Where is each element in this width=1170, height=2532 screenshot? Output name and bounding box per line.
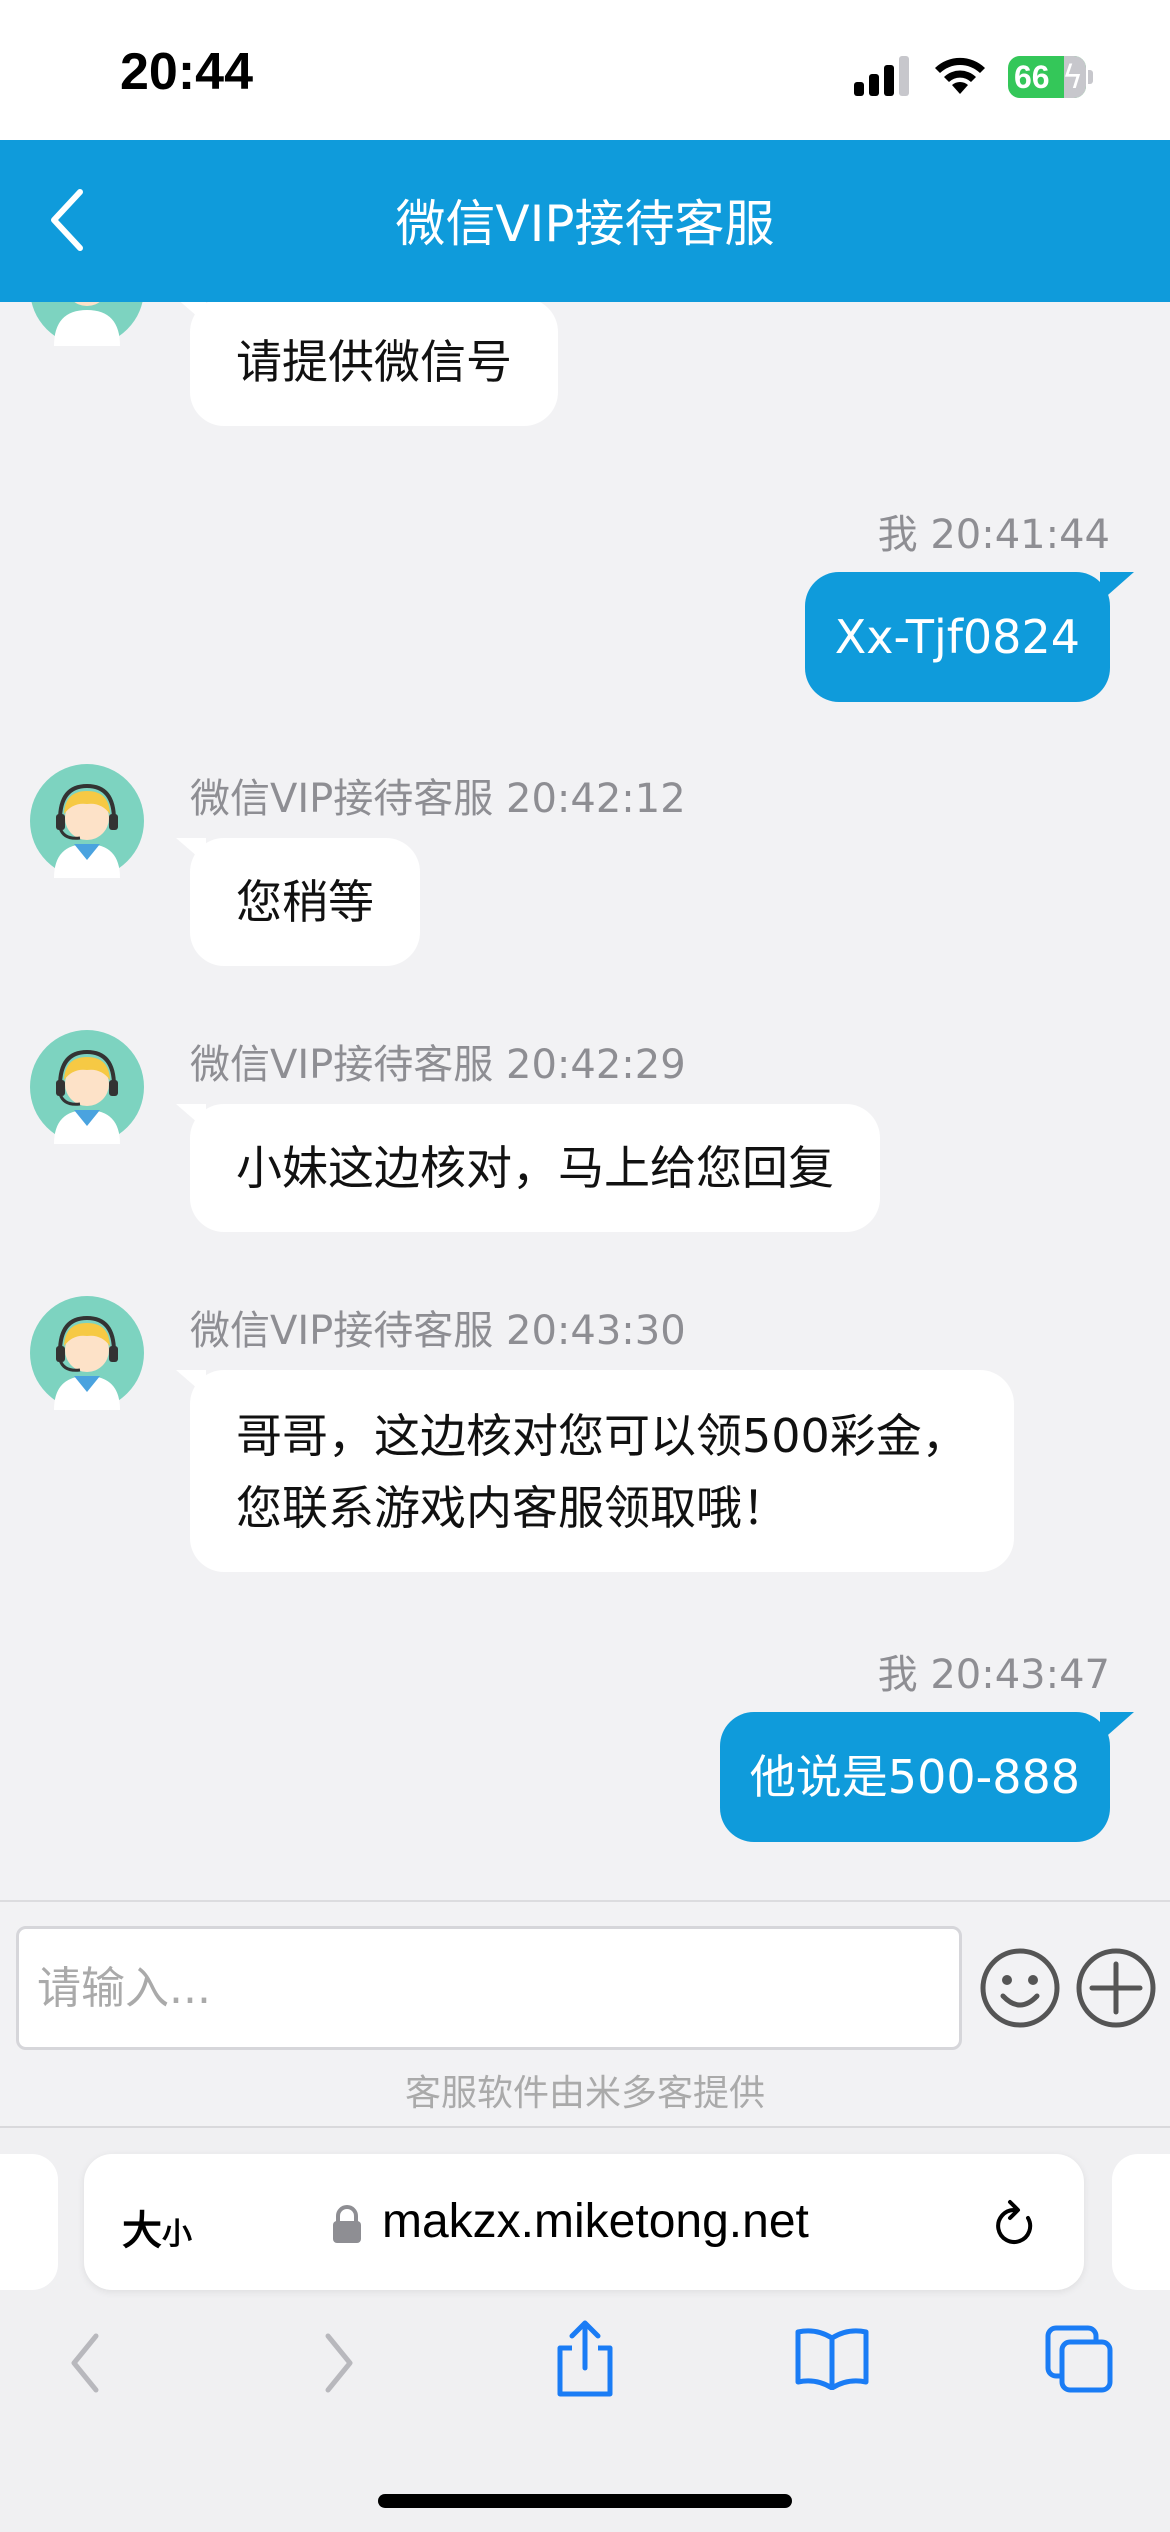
- battery-indicator: 66 ϟ: [1008, 56, 1086, 98]
- message-bubble-me: Xx-Tjf0824: [804, 572, 1135, 702]
- charging-bolt-icon: ϟ: [1062, 58, 1084, 96]
- page: 20:44 66 ϟ 微信VIP接待客服 请提供微信号 我 20:41:44 X…: [0, 0, 1170, 2532]
- battery-cap: [1088, 70, 1093, 84]
- message-composer: 客服软件由米多客提供: [0, 1900, 1170, 2126]
- plus-icon[interactable]: [1074, 1946, 1158, 2030]
- browser-toolbar: 大小 makzx.miketong.net: [0, 2126, 1170, 2532]
- agent-avatar: [30, 1030, 144, 1144]
- status-time: 20:44: [120, 43, 253, 101]
- chat-header: 微信VIP接待客服: [0, 140, 1170, 302]
- aa-label-big: 大: [122, 2208, 162, 2254]
- powered-by-text: 客服软件由米多客提供: [404, 2073, 765, 2114]
- aa-label-small: 小: [162, 2217, 192, 2252]
- emoji-icon[interactable]: [978, 1946, 1062, 2030]
- previous-tab-peek[interactable]: [0, 2154, 58, 2290]
- share-icon[interactable]: [550, 2318, 620, 2398]
- address-bar[interactable]: 大小 makzx.miketong.net: [84, 2154, 1084, 2290]
- message-meta: 我 20:43:47: [877, 1652, 1110, 1698]
- message-bubble-agent: 请提供微信号: [176, 302, 558, 426]
- page-settings-button[interactable]: 大小: [122, 2198, 192, 2256]
- home-indicator: [378, 2494, 792, 2508]
- agent-avatar: [30, 1296, 144, 1410]
- message-line: 哥哥，这边核对您可以领500彩金，: [236, 1409, 968, 1463]
- message-bubble-me: 他说是500-888: [719, 1712, 1135, 1842]
- agent-avatar: [31, 302, 143, 346]
- lock-icon: [333, 2205, 361, 2243]
- message-input[interactable]: [16, 1926, 962, 2050]
- message-line: 您联系游戏内客服领取哦！: [236, 1481, 788, 1535]
- message-bubble-agent: 小妹这边核对，马上给您回复: [176, 1104, 880, 1232]
- bookmarks-icon[interactable]: [794, 2324, 870, 2390]
- wifi-icon: [935, 57, 985, 94]
- chat-message-list[interactable]: 请提供微信号 我 20:41:44 Xx-Tjf0824 微信VIP接待客服 2…: [0, 302, 1170, 1900]
- message-meta: 微信VIP接待客服 20:43:30: [190, 1308, 686, 1354]
- nav-forward-icon[interactable]: [314, 2328, 364, 2398]
- message-bubble-agent: 您稍等: [176, 838, 420, 966]
- battery-level: 66: [1014, 59, 1050, 95]
- message-meta: 我 20:41:44: [877, 512, 1110, 558]
- next-tab-peek[interactable]: [1112, 2154, 1170, 2290]
- message-meta: 微信VIP接待客服 20:42:12: [190, 776, 686, 822]
- tabs-icon[interactable]: [1044, 2324, 1116, 2396]
- url-text: makzx.miketong.net: [382, 2195, 809, 2248]
- signal-icon: [854, 56, 909, 96]
- nav-back-icon[interactable]: [62, 2328, 112, 2398]
- message-meta: 微信VIP接待客服 20:42:29: [190, 1042, 686, 1088]
- status-bar: 20:44 66 ϟ: [0, 0, 1170, 140]
- agent-avatar: [30, 764, 144, 878]
- message-bubble-agent: 哥哥，这边核对您可以领500彩金， 您联系游戏内客服领取哦！: [176, 1370, 1014, 1572]
- reload-icon[interactable]: [988, 2196, 1040, 2252]
- chat-title: 微信VIP接待客服: [395, 195, 775, 253]
